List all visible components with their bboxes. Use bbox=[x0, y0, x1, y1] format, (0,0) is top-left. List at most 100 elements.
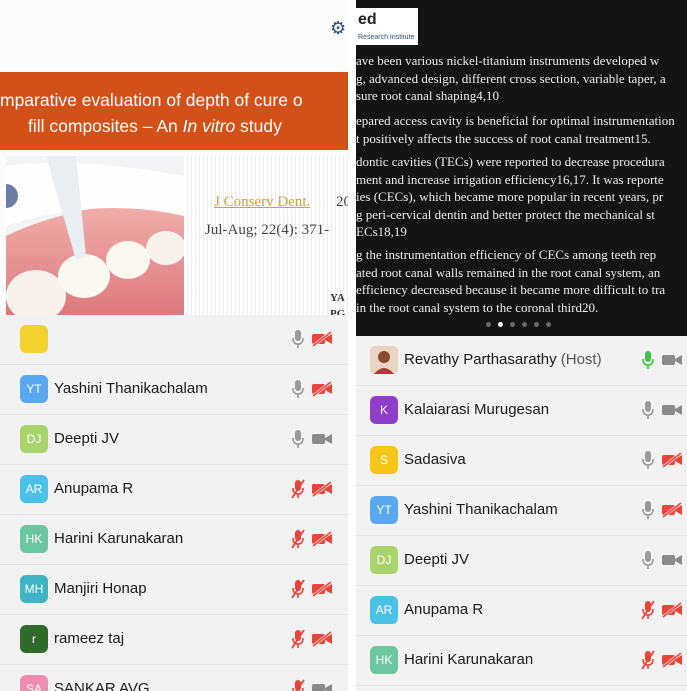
camera-off-icon[interactable] bbox=[661, 451, 683, 469]
institute-logo-text: ed bbox=[358, 11, 377, 28]
slide-title-line-1: mparative evaluation of depth of cure o bbox=[0, 90, 303, 110]
microphone-muted-icon[interactable] bbox=[640, 650, 656, 670]
participant-name-text: Anupama R bbox=[54, 480, 134, 497]
microphone-muted-icon[interactable] bbox=[290, 579, 306, 599]
microphone-icon[interactable] bbox=[640, 400, 656, 420]
microphone-icon[interactable] bbox=[290, 429, 306, 449]
participant-row[interactable]: YT Yashini Thanikachalam bbox=[0, 365, 348, 415]
participant-avatar: YT bbox=[370, 496, 398, 524]
slide-title-line-2: fill composites – An In vitro study bbox=[28, 116, 348, 137]
journal-issue: Jul-Aug; 22(4): 371- bbox=[205, 222, 330, 238]
participant-avatar: MH bbox=[20, 575, 48, 603]
participant-row[interactable]: HK Harini Karunakaran bbox=[356, 636, 687, 686]
camera-off-icon[interactable] bbox=[311, 480, 333, 498]
participant-name: SANKAR AVG bbox=[54, 680, 150, 691]
participant-name: Yashini Thanikachalam bbox=[404, 501, 558, 518]
participant-name-text: Yashini Thanikachalam bbox=[404, 501, 558, 518]
slide-dot[interactable] bbox=[498, 322, 503, 327]
camera-icon[interactable] bbox=[311, 681, 333, 691]
participant-name: Deepti JV bbox=[404, 551, 469, 568]
microphone-muted-icon[interactable] bbox=[290, 679, 306, 691]
slide-dot[interactable] bbox=[522, 322, 527, 327]
microphone-icon[interactable] bbox=[290, 329, 306, 349]
camera-icon[interactable] bbox=[661, 552, 683, 568]
journal-link[interactable]: J Conserv Dent. bbox=[214, 194, 310, 211]
participant-name-text: Manjiri Honap bbox=[54, 580, 147, 597]
slide-text-line: ave been various nickel-titanium instrum… bbox=[356, 53, 660, 68]
slide-text-line: in the root canal system to the coronal … bbox=[356, 299, 599, 315]
camera-icon[interactable] bbox=[661, 402, 683, 418]
participant-row[interactable]: YT Yashini Thanikachalam bbox=[356, 486, 687, 536]
participant-avatar: DJ bbox=[20, 425, 48, 453]
participant-avatar: AR bbox=[20, 475, 48, 503]
participant-avatar: HK bbox=[370, 646, 398, 674]
microphone-icon[interactable] bbox=[290, 379, 306, 399]
participant-name-text: Anupama R bbox=[404, 601, 484, 618]
slide-text-line: g, advanced design, different cross sect… bbox=[356, 70, 666, 86]
microphone-muted-icon[interactable] bbox=[290, 529, 306, 549]
participant-row[interactable]: K Kalaiarasi Murugesan bbox=[356, 386, 687, 436]
participant-row[interactable]: AR Anupama R bbox=[0, 465, 348, 515]
slide-text-line: ated root canal walls remained in the ro… bbox=[356, 264, 661, 280]
slide-page-indicator[interactable] bbox=[486, 322, 551, 327]
microphone-icon[interactable] bbox=[640, 350, 656, 370]
participant-avatar: r bbox=[20, 625, 48, 653]
participant-row[interactable]: Revathy Parthasarathy (Host) bbox=[356, 336, 687, 386]
camera-off-icon[interactable] bbox=[661, 601, 683, 619]
slide-dot[interactable] bbox=[546, 322, 551, 327]
slide-text-line: g the instrumentation efficiency of CECs… bbox=[356, 247, 657, 262]
camera-off-icon[interactable] bbox=[311, 630, 333, 648]
participant-row[interactable]: AR Anupama R bbox=[356, 586, 687, 636]
participant-name: Harini Karunakaran bbox=[404, 651, 533, 668]
participant-row[interactable]: HK Harini Karunakaran bbox=[0, 515, 348, 565]
participant-row[interactable]: DJ Deepti JV bbox=[356, 536, 687, 586]
microphone-muted-icon[interactable] bbox=[640, 600, 656, 620]
participant-name: Revathy Parthasarathy (Host) bbox=[404, 351, 602, 368]
title-text-end: study bbox=[235, 116, 282, 136]
participant-row[interactable] bbox=[0, 315, 348, 365]
slide-text-line: sure root canal shaping4,10 bbox=[356, 88, 499, 103]
logo-icon: ⚙ bbox=[330, 18, 347, 38]
title-italic-text: In vitro bbox=[182, 116, 236, 136]
author-1: YA bbox=[330, 292, 345, 304]
panel-divider bbox=[348, 0, 356, 691]
participant-row[interactable]: MH Manjiri Honap bbox=[0, 565, 348, 615]
microphone-muted-icon[interactable] bbox=[290, 479, 306, 499]
slide-dot[interactable] bbox=[510, 322, 515, 327]
participant-avatar: AR bbox=[370, 596, 398, 624]
participant-row[interactable]: DJ Deepti JV bbox=[0, 415, 348, 465]
camera-icon[interactable] bbox=[311, 431, 333, 447]
participant-row[interactable]: S Sadasiva bbox=[356, 436, 687, 486]
shared-slide-right[interactable]: ed Research Institute ave been various n… bbox=[356, 0, 687, 341]
slide-text-line: ment and increase irrigation efficiency1… bbox=[356, 171, 664, 187]
camera-off-icon[interactable] bbox=[311, 580, 333, 598]
slide-text-line: ies (CECs), which became more popular in… bbox=[356, 189, 664, 204]
right-meeting-panel: ed Research Institute ave been various n… bbox=[356, 0, 687, 691]
microphone-icon[interactable] bbox=[640, 450, 656, 470]
camera-icon[interactable] bbox=[661, 352, 683, 368]
participant-row[interactable]: SA SANKAR AVG bbox=[0, 665, 348, 691]
participant-photo-avatar bbox=[370, 346, 398, 374]
microphone-muted-icon[interactable] bbox=[290, 629, 306, 649]
microphone-icon[interactable] bbox=[640, 550, 656, 570]
participant-name: Anupama R bbox=[54, 480, 133, 497]
slide-text-line: efficiency decreased because it became m… bbox=[356, 282, 666, 297]
left-meeting-panel: ⚙ mparative evaluation of depth of cure … bbox=[0, 0, 348, 691]
participant-name-text: Harini Karunakaran bbox=[54, 530, 184, 547]
camera-off-icon[interactable] bbox=[661, 651, 683, 669]
slide-dot[interactable] bbox=[534, 322, 539, 327]
participant-name-text: Yashini Thanikachalam bbox=[54, 380, 208, 397]
participant-avatar bbox=[20, 325, 48, 353]
camera-off-icon[interactable] bbox=[311, 530, 333, 548]
slide-text-line: ECs18,19 bbox=[356, 224, 407, 239]
participant-name-text: Deepti JV bbox=[54, 430, 120, 447]
camera-off-icon[interactable] bbox=[661, 501, 683, 519]
slide-dot[interactable] bbox=[486, 322, 491, 327]
camera-off-icon[interactable] bbox=[311, 330, 333, 348]
participant-name-text: SANKAR AVG bbox=[54, 680, 150, 691]
microphone-icon[interactable] bbox=[640, 500, 656, 520]
camera-off-icon[interactable] bbox=[311, 380, 333, 398]
participant-row[interactable]: r rameez taj bbox=[0, 615, 348, 665]
shared-slide-left[interactable]: ⚙ mparative evaluation of depth of cure … bbox=[0, 0, 348, 341]
participant-name: rameez taj bbox=[54, 630, 124, 647]
